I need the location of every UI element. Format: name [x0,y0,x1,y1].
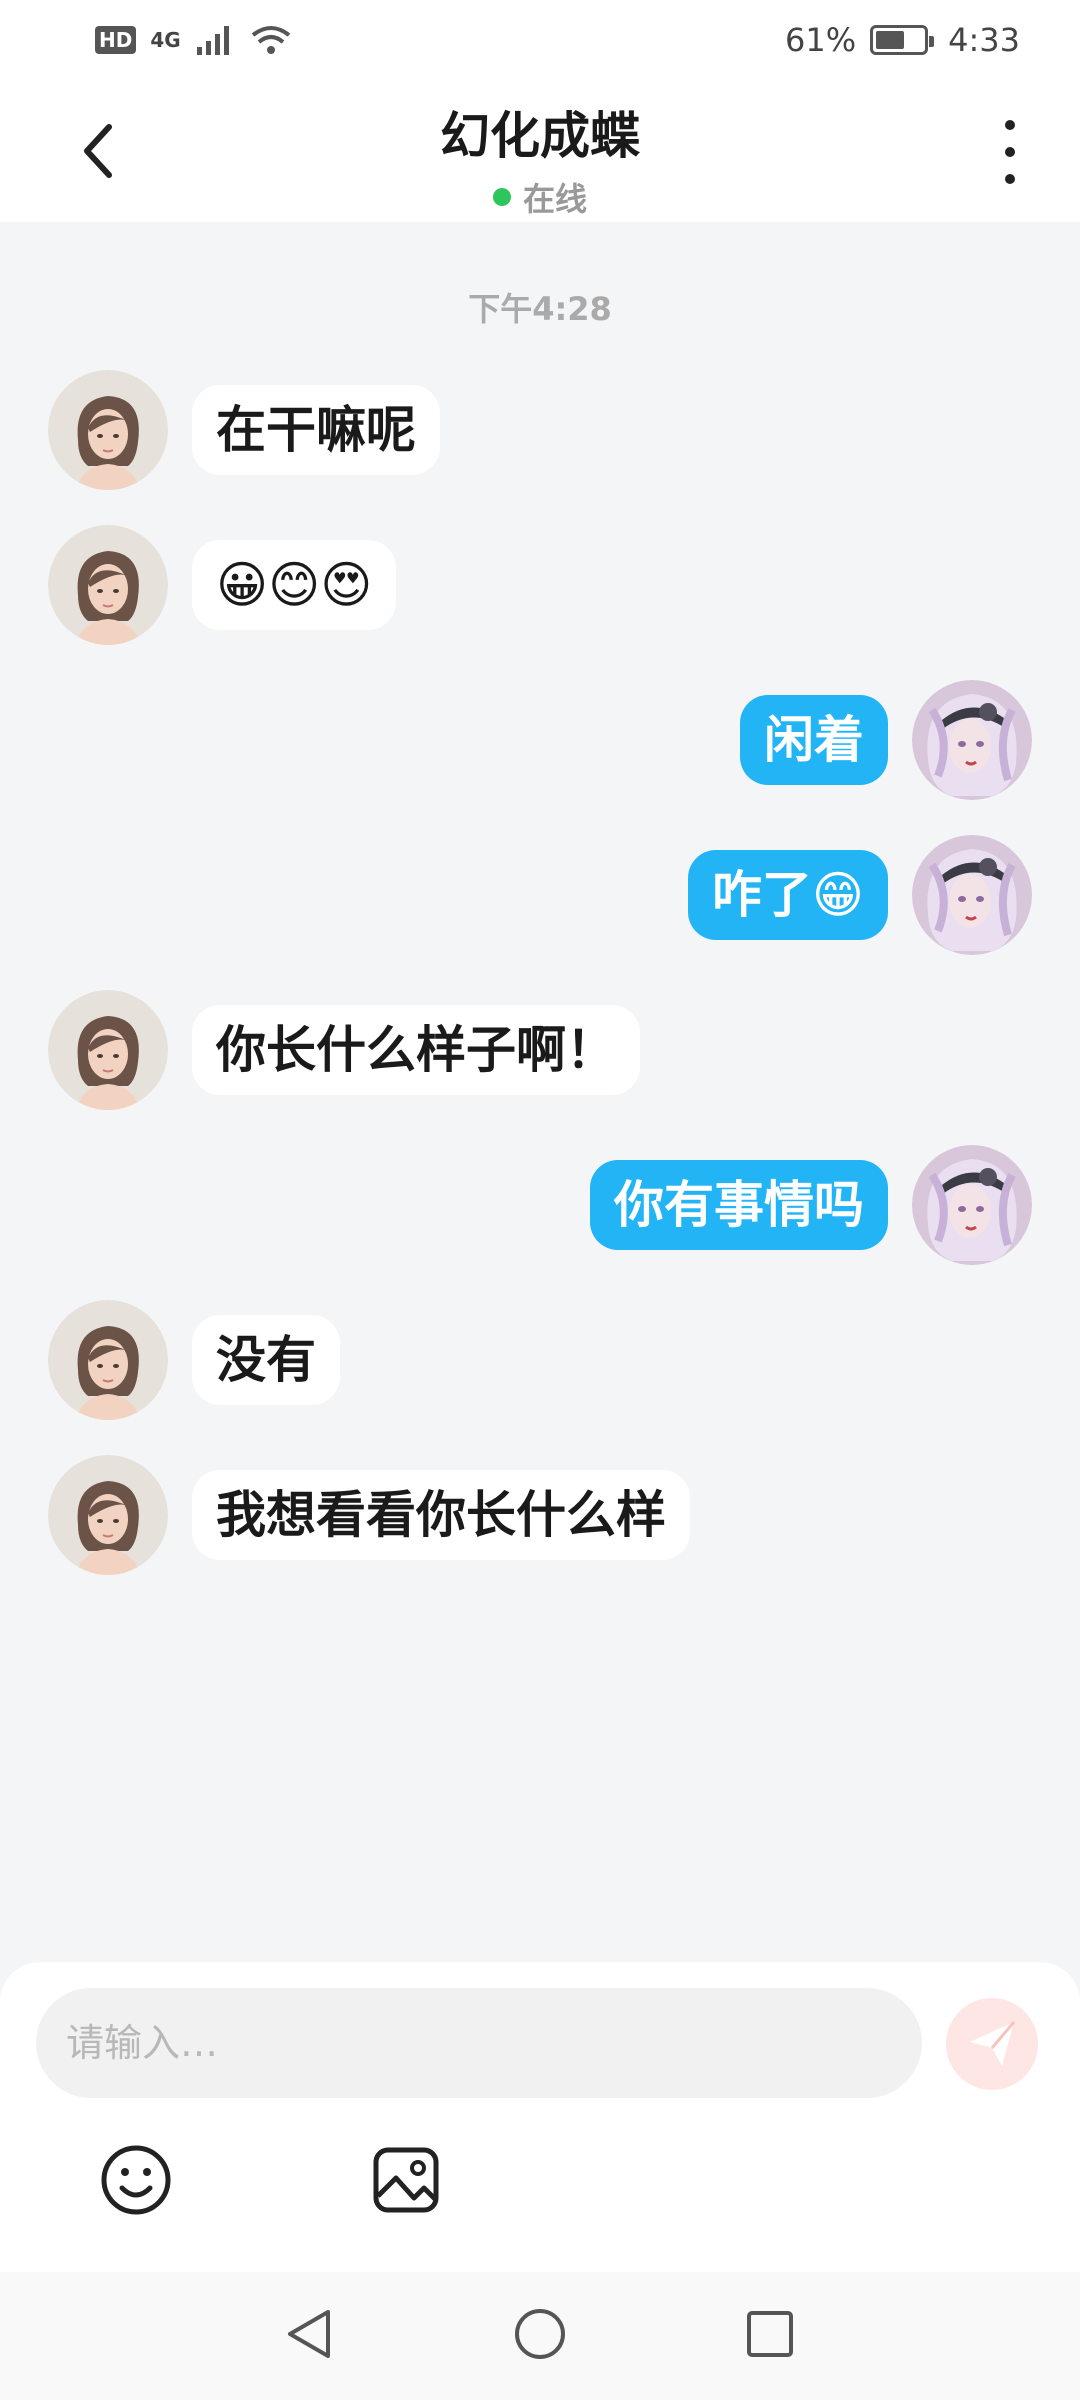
contact-avatar[interactable] [48,370,168,490]
hd-badge: HD [95,26,137,54]
clock: 4:33 [948,21,1020,59]
message-row: 你有事情吗 [590,1145,1032,1265]
message-row: 没有 [48,1300,340,1420]
contact-avatar[interactable] [48,1455,168,1575]
message-row: 你长什么样子啊！ [48,990,640,1110]
battery-icon [870,25,935,55]
signal-icon [196,26,229,55]
online-status: 在线 [0,174,1080,220]
message-row: 咋了😁 [687,835,1032,955]
circle-home-icon [515,2309,565,2359]
input-panel [0,1962,1080,2272]
message-bubble[interactable]: 我想看看你长什么样 [192,1470,690,1560]
send-icon [970,2021,1016,2066]
message-bubble[interactable]: 你长什么样子啊！ [192,1005,640,1095]
message-bubble[interactable]: 咋了😁 [687,850,888,940]
more-vertical-icon [1005,120,1015,130]
chat-area[interactable]: 下午4:28 在干嘛呢 😀😊😍 闲着 咋了😁 你长什么样子啊！ 你有事情吗 没有… [0,222,1080,1962]
status-left: HD 4G [95,23,293,57]
status-bar: HD 4G 61% 4:33 [0,0,1080,80]
system-nav-bar [0,2272,1080,2400]
chat-header: 幻化成蝶 在线 [0,80,1080,222]
message-row: 😀😊😍 [48,525,397,645]
online-status-label: 在线 [522,180,587,218]
message-row: 闲着 [740,680,1032,800]
message-row: 在干嘛呢 [48,370,440,490]
online-dot [492,188,511,206]
nav-back-button[interactable] [280,2304,340,2364]
title-block: 幻化成蝶 在线 [0,96,1080,220]
contact-name: 幻化成蝶 [440,107,640,165]
message-bubble[interactable]: 在干嘛呢 [192,385,440,475]
self-avatar[interactable] [912,680,1032,800]
contact-avatar[interactable] [48,1300,168,1420]
image-button[interactable] [368,2142,444,2218]
status-right: 61% 4:33 [785,21,1020,59]
triangle-back-icon [288,2310,330,2358]
network-label: 4G [150,28,181,52]
nav-home-button[interactable] [510,2304,570,2364]
more-options-button[interactable] [990,120,1030,184]
battery-percent: 61% [785,21,857,59]
image-icon [373,2147,439,2213]
contact-avatar[interactable] [48,525,168,645]
send-button[interactable] [946,1998,1038,2090]
self-avatar[interactable] [912,835,1032,955]
message-input[interactable] [36,1988,922,2098]
square-recents-icon [747,2311,793,2357]
wifi-icon [251,26,290,54]
message-row: 我想看看你长什么样 [48,1455,690,1575]
message-bubble[interactable]: 闲着 [740,695,888,785]
message-bubble[interactable]: 没有 [192,1315,340,1405]
battery-fill [876,31,905,49]
self-avatar[interactable] [912,1145,1032,1265]
emoji-button[interactable] [98,2142,174,2218]
message-timestamp: 下午4:28 [468,290,612,328]
emoji-icon [101,2145,171,2215]
message-bubble[interactable]: 😀😊😍 [192,540,397,630]
contact-avatar[interactable] [48,990,168,1110]
nav-recents-button[interactable] [740,2304,800,2364]
message-bubble[interactable]: 你有事情吗 [590,1160,888,1250]
